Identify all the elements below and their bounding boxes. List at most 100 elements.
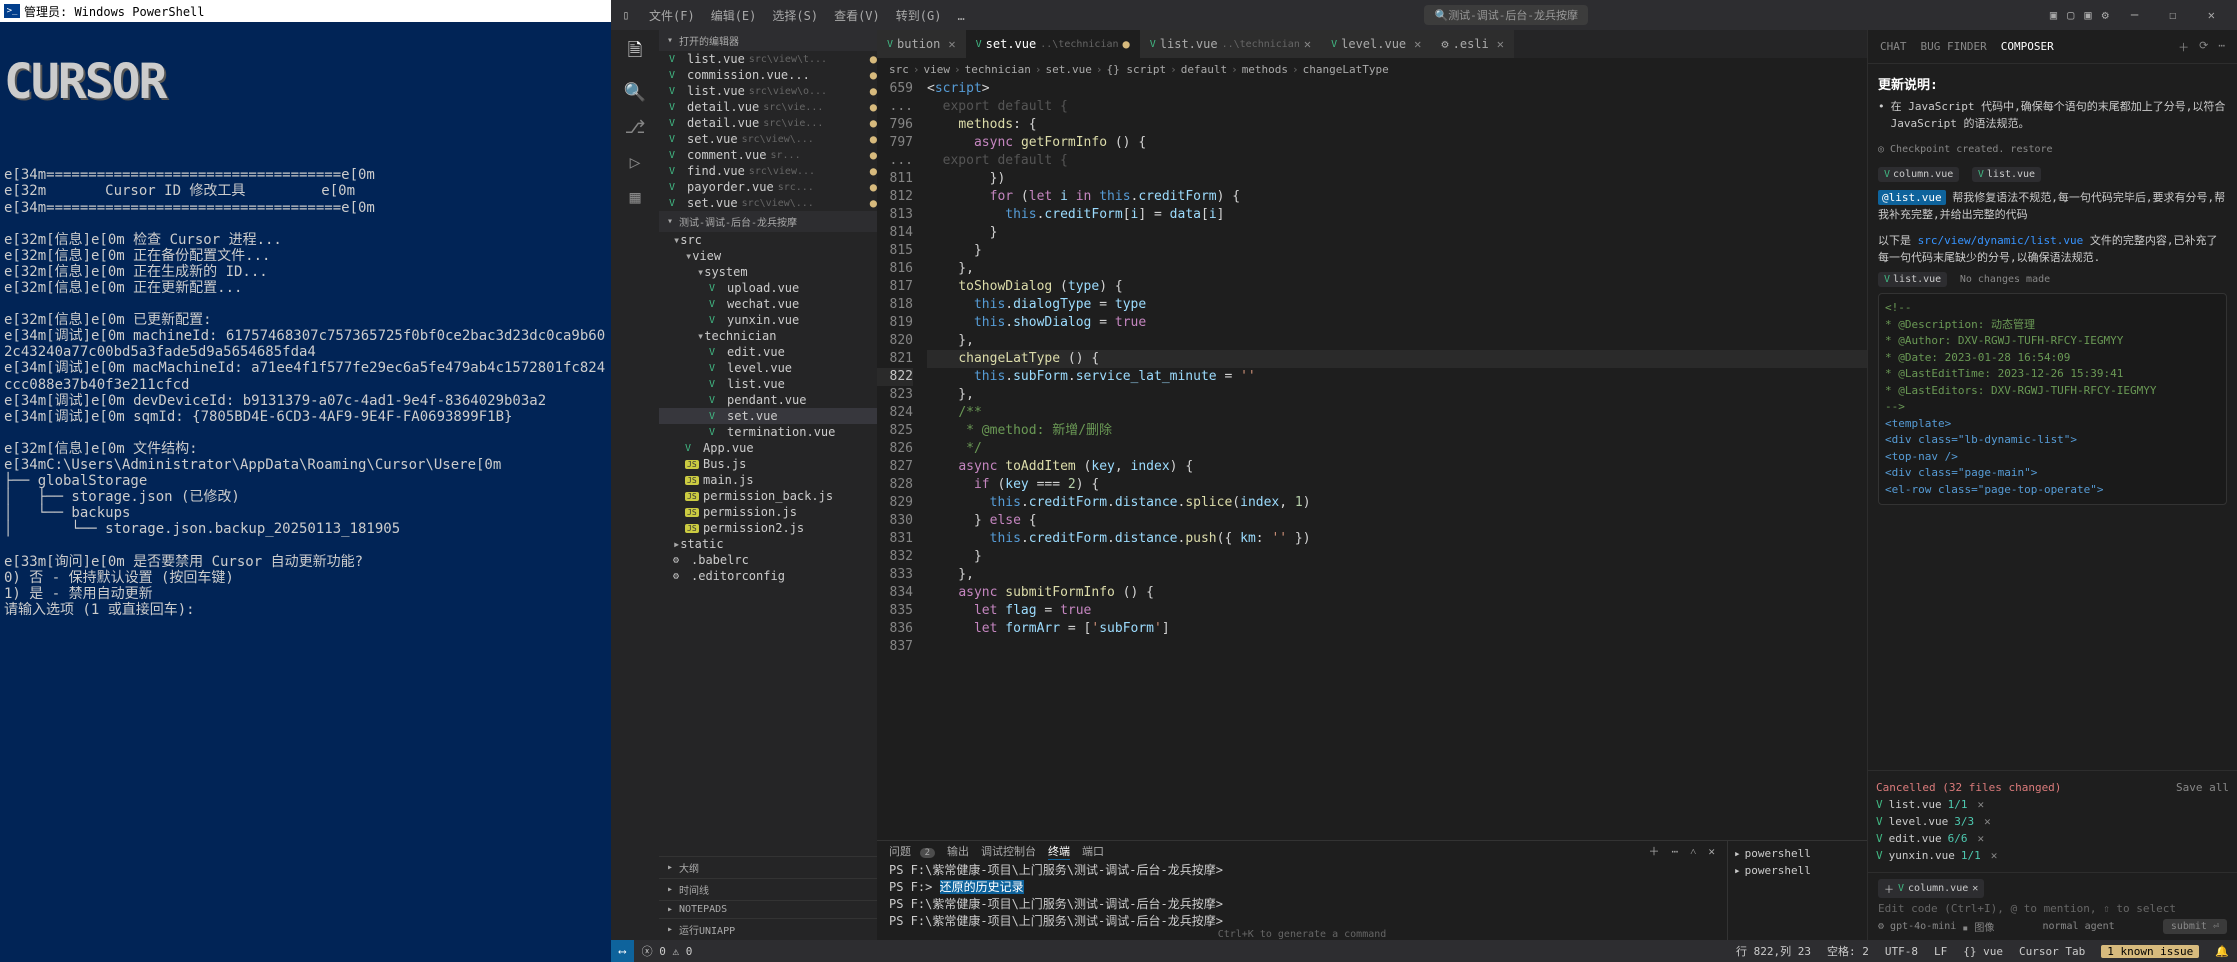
- layout-right-icon[interactable]: ▣: [2084, 8, 2091, 22]
- open-editor-item[interactable]: Vfind.vuesrc\view...●: [659, 163, 877, 179]
- terminal-more-icon[interactable]: ⋯: [1672, 845, 1679, 858]
- editor-tab[interactable]: V level.vue ✕: [1321, 30, 1431, 58]
- open-editor-item[interactable]: Vdetail.vuesrc\vie...●: [659, 99, 877, 115]
- file-item[interactable]: JSpermission.js: [659, 504, 877, 520]
- file-item[interactable]: JSBus.js: [659, 456, 877, 472]
- layout-left-icon[interactable]: ▣: [2050, 8, 2057, 22]
- changed-file-item[interactable]: V list.vue 1/1 ✕: [1876, 796, 2229, 813]
- editor-tab[interactable]: V list.vue ..\technician ✕: [1140, 30, 1321, 58]
- mode-normal[interactable]: normal: [2042, 921, 2078, 932]
- image-toggle[interactable]: ▪ 图像: [1962, 919, 1994, 934]
- terminal-instance[interactable]: ▸ powershell: [1732, 845, 1863, 862]
- editor-tab[interactable]: V bution ✕: [877, 30, 966, 58]
- model-selector[interactable]: ⚙ gpt-4o-mini: [1878, 921, 1956, 932]
- menu-item[interactable]: 查看(V): [826, 9, 888, 23]
- tab-bugfinder[interactable]: BUG FINDER: [1921, 40, 1987, 53]
- mode-agent[interactable]: agent: [2085, 921, 2115, 932]
- changed-file-item[interactable]: V yunxin.vue 1/1 ✕: [1876, 847, 2229, 864]
- open-editor-item[interactable]: Vlist.vuesrc\view\o...●: [659, 83, 877, 99]
- file-item[interactable]: JSpermission_back.js: [659, 488, 877, 504]
- minimize-button[interactable]: ─: [2119, 8, 2150, 22]
- folder-src[interactable]: ▾ src: [659, 232, 877, 248]
- indentation[interactable]: 空格: 2: [1819, 943, 1877, 959]
- known-issues[interactable]: 1 known issue: [2093, 945, 2207, 958]
- composer-history-icon[interactable]: ⟳: [2199, 39, 2208, 55]
- composer-more-icon[interactable]: ⋯: [2218, 39, 2225, 55]
- git-icon[interactable]: ⎇: [625, 117, 646, 138]
- crumb[interactable]: technician: [965, 63, 1031, 76]
- sidebar-section[interactable]: ▸大纲: [659, 856, 877, 878]
- tab-ports[interactable]: 端口: [1082, 843, 1104, 859]
- cursor-tab[interactable]: Cursor Tab: [2011, 945, 2093, 958]
- file-item[interactable]: Vpendant.vue: [659, 392, 877, 408]
- file-item[interactable]: ⚙.babelrc: [659, 552, 877, 568]
- file-item[interactable]: Vwechat.vue: [659, 296, 877, 312]
- terminal-instance[interactable]: ▸ powershell: [1732, 862, 1863, 879]
- folder-technician[interactable]: ▾ technician: [659, 328, 877, 344]
- tab-chat[interactable]: CHAT: [1880, 40, 1907, 53]
- file-item[interactable]: Vlevel.vue: [659, 360, 877, 376]
- menu-item[interactable]: 文件(F): [641, 9, 703, 23]
- settings-icon[interactable]: ⚙: [2102, 8, 2109, 22]
- open-editor-item[interactable]: Vcommission.vue...●: [659, 67, 877, 83]
- remote-indicator[interactable]: ⟷: [611, 940, 634, 962]
- terminal-add-icon[interactable]: ＋: [1649, 843, 1660, 859]
- input-context-chip[interactable]: ＋ V column.vue ✕: [1878, 879, 1984, 898]
- file-item[interactable]: JSpermission2.js: [659, 520, 877, 536]
- code-editor[interactable]: 659...796797...8118128138148158168178188…: [877, 80, 1867, 840]
- changed-file-item[interactable]: V edit.vue 6/6 ✕: [1876, 830, 2229, 847]
- terminal-close-icon[interactable]: ✕: [1708, 845, 1715, 858]
- open-editor-item[interactable]: Vlist.vuesrc\view\t...●: [659, 51, 877, 67]
- terminal-maximize-icon[interactable]: ˄: [1690, 845, 1696, 858]
- folder-static[interactable]: ▸ static: [659, 536, 877, 552]
- file-item[interactable]: Vedit.vue: [659, 344, 877, 360]
- editor-tab[interactable]: ⚙ .esli ✕: [1431, 30, 1514, 58]
- crumb[interactable]: set.vue: [1045, 63, 1091, 76]
- crumb[interactable]: default: [1181, 63, 1227, 76]
- file-item[interactable]: VApp.vue: [659, 440, 877, 456]
- layout-bottom-icon[interactable]: ▢: [2067, 8, 2074, 22]
- file-chip[interactable]: V list.vue: [1878, 272, 1947, 287]
- menu-item[interactable]: 编辑(E): [703, 9, 765, 23]
- file-item[interactable]: JSmain.js: [659, 472, 877, 488]
- file-item[interactable]: Vyunxin.vue: [659, 312, 877, 328]
- tab-problems[interactable]: 问题 2: [889, 843, 935, 859]
- folder-system[interactable]: ▾ system: [659, 264, 877, 280]
- breadcrumb[interactable]: src › view › technician › set.vue › {} s…: [877, 58, 1867, 80]
- open-editor-item[interactable]: Vpayorder.vuesrc...●: [659, 179, 877, 195]
- open-editor-item[interactable]: Vcomment.vuesr...●: [659, 147, 877, 163]
- sidebar-section[interactable]: ▸运行UNIAPP: [659, 918, 877, 940]
- file-item[interactable]: ⚙.editorconfig: [659, 568, 877, 584]
- search-side-icon[interactable]: 🔍: [624, 82, 646, 103]
- language-mode[interactable]: {} vue: [1955, 945, 2011, 958]
- composer-input[interactable]: Edit code (Ctrl+I), @ to mention, ⇧ to s…: [1878, 898, 2227, 919]
- tab-debug-console[interactable]: 调试控制台: [981, 843, 1036, 859]
- file-item[interactable]: Vtermination.vue: [659, 424, 877, 440]
- submit-button[interactable]: submit ⏎: [2163, 919, 2227, 934]
- errors-count[interactable]: ⓧ 0 ⚠ 0: [634, 943, 701, 959]
- global-search[interactable]: 🔍 测试-调试-后台-龙兵按摩: [1424, 5, 1588, 25]
- crumb[interactable]: changeLatType: [1303, 63, 1389, 76]
- extensions-icon[interactable]: ▦: [630, 187, 641, 208]
- debug-icon[interactable]: ▷: [630, 152, 641, 173]
- notifications-icon[interactable]: 🔔: [2207, 945, 2237, 958]
- crumb[interactable]: {} script: [1106, 63, 1166, 76]
- eol[interactable]: LF: [1926, 945, 1955, 958]
- file-item[interactable]: Vlist.vue: [659, 376, 877, 392]
- cursor-position[interactable]: 行 822,列 23: [1728, 943, 1819, 959]
- editor-tab[interactable]: V set.vue ..\technician ●: [966, 30, 1140, 58]
- file-item[interactable]: Vupload.vue: [659, 280, 877, 296]
- menu-item[interactable]: 选择(S): [764, 9, 826, 23]
- changed-file-item[interactable]: V level.vue 3/3 ✕: [1876, 813, 2229, 830]
- file-mention[interactable]: @list.vue: [1878, 190, 1946, 205]
- restore-link[interactable]: restore: [2010, 144, 2052, 155]
- folder-view[interactable]: ▾ view: [659, 248, 877, 264]
- explorer-icon[interactable]: 🗎: [628, 38, 642, 68]
- maximize-button[interactable]: ☐: [2157, 8, 2188, 22]
- crumb[interactable]: src: [889, 63, 909, 76]
- terminal-body[interactable]: PS F:\紫常健康-项目\上门服务\测试-调试-后台-龙兵按摩> PS F:>…: [877, 861, 1727, 940]
- file-item[interactable]: Vset.vue: [659, 408, 877, 424]
- encoding[interactable]: UTF-8: [1877, 945, 1926, 958]
- crumb[interactable]: view: [924, 63, 951, 76]
- save-all-button[interactable]: Save all: [2176, 781, 2229, 794]
